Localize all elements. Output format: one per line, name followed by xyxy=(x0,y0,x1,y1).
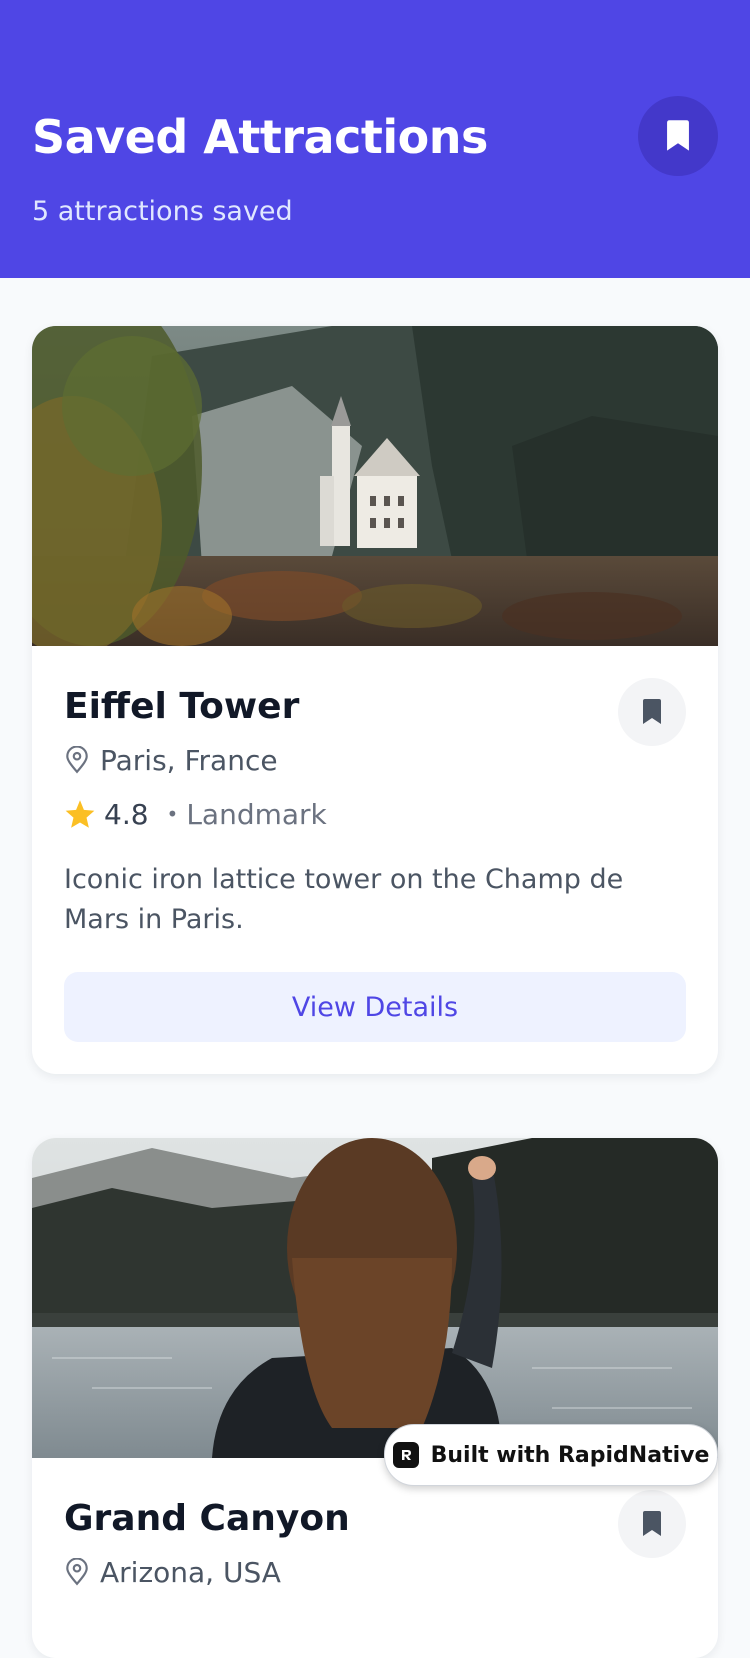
attraction-description: Iconic iron lattice tower on the Champ d… xyxy=(64,864,624,935)
attraction-card: Eiffel Tower Paris, France 4.8 • Landmar… xyxy=(32,326,718,1074)
attraction-name: Grand Canyon xyxy=(64,1498,350,1539)
location-row: Paris, France xyxy=(64,740,278,780)
bookmark-icon xyxy=(643,1511,661,1536)
rapidnative-logo-icon xyxy=(392,1442,419,1468)
badge-label: Built with RapidNative xyxy=(430,1442,710,1468)
attraction-card: Grand Canyon Arizona, USA xyxy=(32,1138,718,1658)
bookmark-button[interactable] xyxy=(618,678,686,746)
location-row: Arizona, USA xyxy=(64,1552,281,1592)
attraction-name: Eiffel Tower xyxy=(64,686,300,727)
attraction-image xyxy=(32,1138,718,1458)
location-text: Paris, France xyxy=(100,743,278,777)
saved-count: 5 attractions saved xyxy=(32,196,293,227)
star-icon xyxy=(65,800,95,828)
separator-dot: • xyxy=(166,802,179,826)
location-text: Arizona, USA xyxy=(100,1555,281,1589)
category-label: Landmark xyxy=(186,797,327,831)
bookmark-icon xyxy=(643,699,661,724)
page-title: Saved Attractions xyxy=(32,110,488,164)
built-with-badge[interactable]: Built with RapidNative xyxy=(384,1424,718,1486)
view-details-button[interactable]: View Details xyxy=(64,972,686,1042)
bookmark-icon xyxy=(667,120,689,151)
header: Saved Attractions 5 attractions saved xyxy=(0,0,750,278)
map-pin-icon xyxy=(66,746,88,774)
rating-row: 4.8 • Landmark xyxy=(64,794,327,834)
saved-bookmarks-button[interactable] xyxy=(638,96,718,176)
attraction-image xyxy=(32,326,718,646)
rating-value: 4.8 xyxy=(104,797,149,831)
map-pin-icon xyxy=(66,1558,88,1586)
bookmark-button[interactable] xyxy=(618,1490,686,1558)
